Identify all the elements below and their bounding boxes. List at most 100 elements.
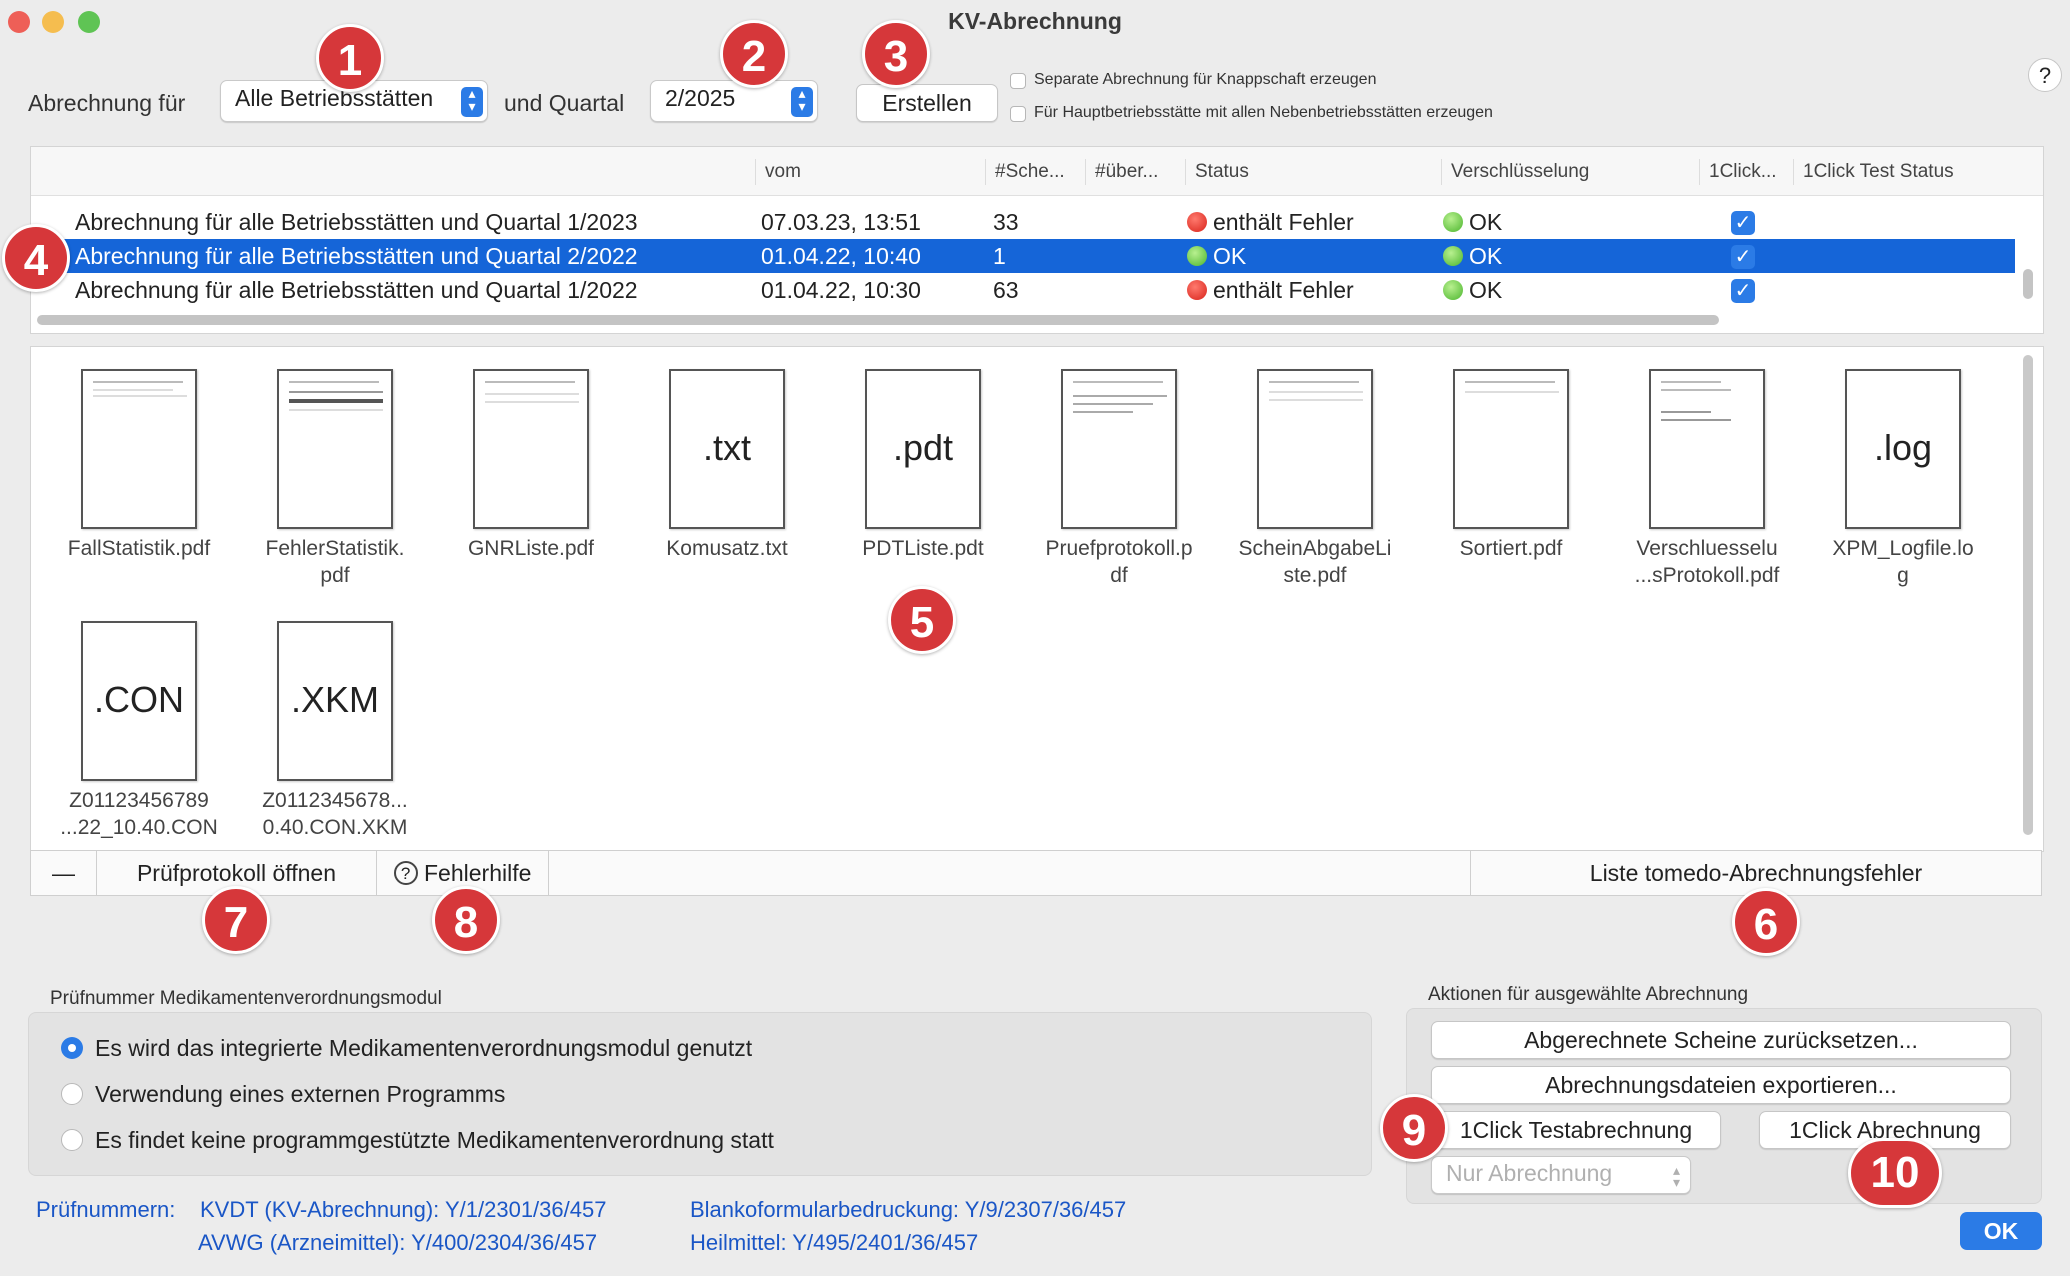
file-name: ScheinAbgabeLi [1238,537,1392,560]
pruefnummer-avwg: AVWG (Arzneimittel): Y/400/2304/36/457 [198,1230,598,1255]
annotation-badge-4: 4 [2,224,70,292]
remove-button[interactable]: — [31,851,97,895]
row-encryption: OK [1469,277,1503,303]
radio-no-medication-label: Es findet keine programmgestützte Medika… [95,1127,774,1153]
file-extension: .log [1873,427,1933,468]
table-row-selected[interactable]: Abrechnung für alle Betriebsstätten und … [31,239,2015,273]
updown-chevron-icon: ▴ ▾ [791,86,813,117]
error-help-label: Fehlerhilfe [424,860,532,886]
file-name: Pruefprotokoll.p [1045,537,1193,560]
export-files-button[interactable]: Abrechnungsdateien exportieren... [1431,1066,2011,1104]
annotation-badge-3: 3 [862,20,930,88]
row-date: 01.04.22, 10:40 [761,243,921,269]
file-item[interactable]: .CON Z01123456789 ...22_10.40.CON [51,621,227,841]
row-date: 07.03.23, 13:51 [761,209,921,235]
1click-test-billing-button[interactable]: 1Click Testabrechnung [1431,1111,1721,1149]
file-name-line2: ...sProtokoll.pdf [1634,564,1780,587]
row-encryption: OK [1469,243,1503,269]
pdf-document-icon [277,369,393,529]
file-name: PDTListe.pdt [862,537,984,560]
table-row[interactable]: Abrechnung für alle Betriebsstätten und … [31,273,2015,307]
column-header-transfer-count[interactable]: #über... [1095,161,1158,183]
file-item[interactable]: .log XPM_Logfile.log [1815,369,1991,589]
file-name-line2: 0.40.CON.XKM [262,816,408,839]
file-name: FallStatistik.pdf [67,537,211,560]
reset-scheine-button[interactable]: Abgerechnete Scheine zurücksetzen... [1431,1021,2011,1059]
file-item[interactable]: .pdt PDTListe.pdt [835,369,1011,562]
radio-no-medication[interactable] [61,1129,83,1151]
pdf-document-icon [81,369,197,529]
1click-checkbox[interactable]: ✓ [1731,245,1755,269]
file-name-line2: ...22_10.40.CON [60,816,218,839]
pdf-document-icon [1257,369,1373,529]
billing-table: vom #Sche... #über... Status Verschlüsse… [30,146,2044,334]
pdf-document-icon [1453,369,1569,529]
table-horizontal-scrollbar[interactable] [37,315,1719,325]
file-name-line2: pdf [320,564,350,587]
title-bar: KV-Abrechnung [0,0,2070,44]
billing-mode-value: Nur Abrechnung [1446,1160,1613,1186]
quarter-select-value: 2/2025 [665,85,736,111]
billing-mode-select[interactable]: Nur Abrechnung ▴ ▾ [1431,1156,1691,1194]
help-button[interactable]: ? [2028,58,2062,92]
annotation-badge-1: 1 [316,24,384,92]
file-name-line2: df [1110,564,1128,587]
file-item[interactable]: ScheinAbgabeLi ste.pdf [1227,369,1403,589]
column-header-encryption[interactable]: Verschlüsselung [1451,161,1589,183]
table-vertical-scrollbar[interactable] [2023,269,2033,299]
pruefnummer-blanko: Blankoformularbedruckung: Y/9/2307/36/45… [690,1197,1127,1222]
file-action-bar: — Prüfprotokoll öffnen ? Fehlerhilfe Lis… [30,850,2042,896]
file-name: Z0112345678... [262,789,408,812]
file-name: XPM_Logfile.lo [1832,537,1974,560]
pruefnummern-label: Prüfnummern: [36,1197,176,1222]
knappschaft-checkbox[interactable] [1010,73,1026,89]
billing-for-label: Abrechnung für [28,90,186,116]
file-name: Z01123456789 [69,789,209,812]
radio-integrated-module[interactable] [61,1037,83,1059]
xkm-file-icon: .XKM [277,621,393,781]
status-error-icon [1187,280,1207,300]
quarter-select[interactable]: 2/2025 ▴ ▾ [650,80,818,122]
row-status: enthält Fehler [1213,209,1354,235]
file-item[interactable]: .txt Komusatz.txt [639,369,815,562]
file-extension: .XKM [290,679,379,720]
ok-button[interactable]: OK [1960,1212,2042,1250]
file-item[interactable]: GNRListe.pdf [443,369,619,562]
column-header-1click[interactable]: 1Click... [1709,161,1777,183]
column-header-1click-test-status[interactable]: 1Click Test Status [1803,161,1954,183]
radio-external-program[interactable] [61,1083,83,1105]
1click-checkbox[interactable]: ✓ [1731,211,1755,235]
row-count: 1 [993,243,1006,269]
row-status: enthält Fehler [1213,277,1354,303]
pdf-document-icon [1061,369,1177,529]
table-header: vom #Sche... #über... Status Verschlüsse… [31,147,2043,196]
file-item[interactable]: Sortiert.pdf [1423,369,1599,562]
updown-chevron-icon: ▴ ▾ [461,86,483,117]
column-header-status[interactable]: Status [1195,161,1249,183]
file-name-line2: ste.pdf [1283,564,1347,587]
row-count: 33 [993,209,1019,235]
file-name-line2: g [1897,564,1909,587]
radio-external-program-label: Verwendung eines externen Programms [95,1081,506,1107]
file-item[interactable]: Pruefprotokoll.p df [1031,369,1207,589]
1click-checkbox[interactable]: ✓ [1731,279,1755,303]
file-item[interactable]: .XKM Z0112345678... 0.40.CON.XKM [247,621,423,841]
row-encryption: OK [1469,209,1503,235]
files-vertical-scrollbar[interactable] [2023,355,2033,835]
main-site-checkbox-label: Für Hauptbetriebsstätte mit allen Nebenb… [1034,104,1493,121]
annotation-badge-6: 6 [1732,888,1800,956]
annotation-badge-9: 9 [1380,1094,1448,1162]
column-header-date[interactable]: vom [765,161,801,183]
create-button[interactable]: Erstellen [856,84,998,122]
annotation-badge-8: 8 [432,886,500,954]
knappschaft-checkbox-label: Separate Abrechnung für Knappschaft erze… [1034,71,1377,88]
file-item[interactable]: FallStatistik.pdf [51,369,227,562]
file-item[interactable]: FehlerStatistik. pdf [247,369,423,589]
annotation-badge-2: 2 [720,20,788,88]
quarter-label: und Quartal [504,90,625,116]
main-site-checkbox[interactable] [1010,106,1026,122]
column-header-schein-count[interactable]: #Sche... [995,161,1065,183]
file-item[interactable]: Verschluesselu ...sProtokoll.pdf [1619,369,1795,589]
medication-module-group: Es wird das integrierte Medikamentenvero… [28,1012,1372,1176]
table-row[interactable]: Abrechnung für alle Betriebsstätten und … [31,205,2015,239]
